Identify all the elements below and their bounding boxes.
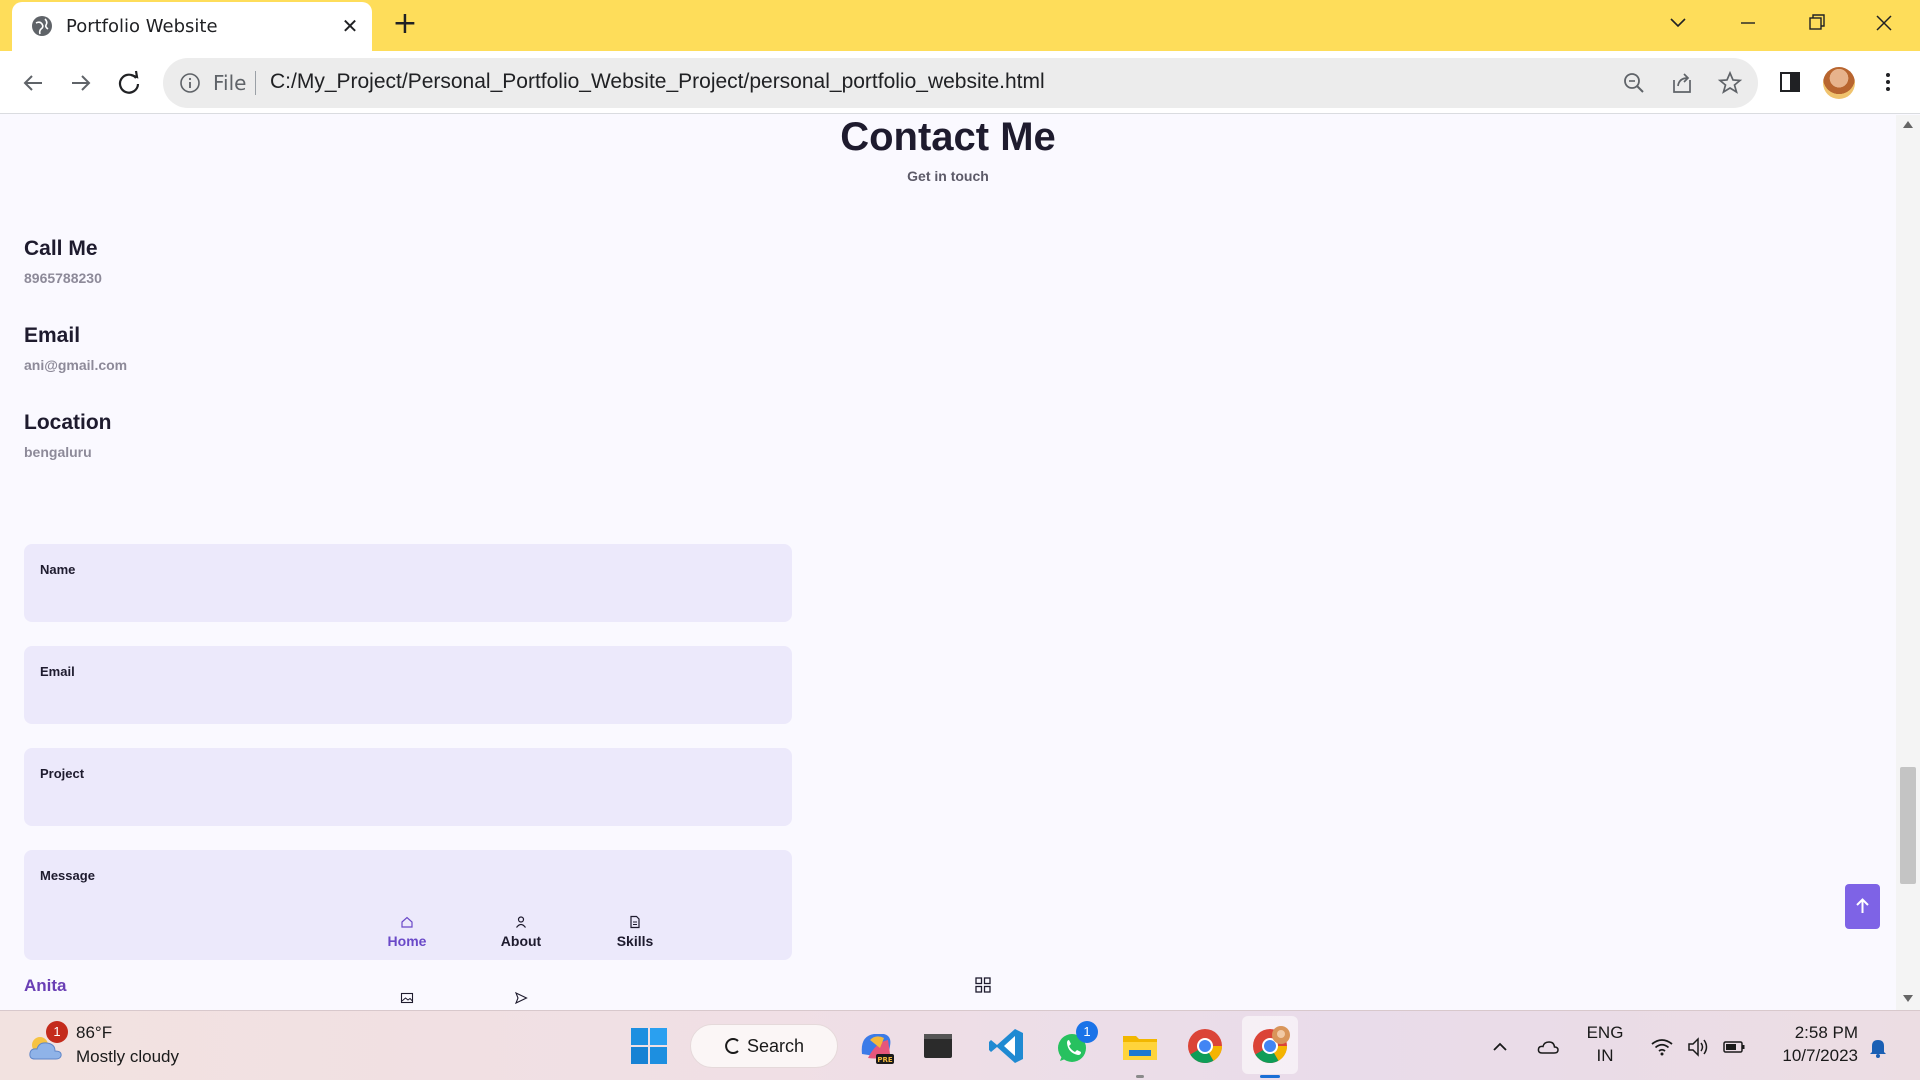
zoom-icon[interactable]: [1621, 70, 1647, 96]
contact-email-value: ani@gmail.com: [24, 357, 128, 373]
more-menu-icon[interactable]: [1874, 68, 1902, 96]
clock-time[interactable]: 2:58 PM: [1768, 1023, 1858, 1043]
windows-start-icon[interactable]: [627, 1024, 671, 1068]
name-field[interactable]: Name: [24, 544, 792, 622]
nav-item-home[interactable]: Home: [362, 915, 452, 951]
back-arrow-icon[interactable]: [16, 66, 50, 100]
file-explorer-icon[interactable]: [1118, 1024, 1162, 1068]
share-icon[interactable]: [1669, 70, 1695, 96]
close-tab-icon[interactable]: ✕: [337, 13, 363, 39]
contact-email-title: Email: [24, 324, 81, 347]
copilot-icon[interactable]: PRE: [854, 1024, 898, 1068]
new-tab-button[interactable]: +: [390, 9, 420, 40]
taskbar-search[interactable]: Search: [690, 1024, 838, 1068]
volume-icon[interactable]: [1686, 1035, 1710, 1059]
contact-call-title: Call Me: [24, 237, 98, 260]
chrome-profile-icon[interactable]: [1248, 1024, 1292, 1068]
scroll-to-top-button[interactable]: [1845, 884, 1880, 929]
search-label: Search: [747, 1036, 805, 1056]
minimize-window-icon[interactable]: [1730, 8, 1766, 38]
address-bar[interactable]: File C:/My_Project/Personal_Portfolio_We…: [163, 58, 1758, 108]
browser-toolbar: File C:/My_Project/Personal_Portfolio_We…: [0, 51, 1920, 114]
home-icon: [401, 916, 413, 928]
weather-notification-badge: 1: [46, 1021, 68, 1043]
region-indicator[interactable]: IN: [1580, 1046, 1630, 1066]
scroll-up-arrow-icon[interactable]: [1903, 121, 1913, 128]
scroll-down-arrow-icon[interactable]: [1903, 995, 1913, 1002]
project-field-label: Project: [40, 766, 85, 781]
globe-icon: [32, 16, 52, 36]
contact-phone-value: 8965788230: [24, 270, 102, 286]
nav-home-label: Home: [387, 933, 427, 949]
message-field-label: Message: [40, 868, 95, 883]
url-scheme-label: File: [213, 71, 247, 95]
page-viewport: Contact Me Get in touch Call Me 89657882…: [0, 115, 1896, 1010]
side-panel-icon[interactable]: [1776, 68, 1804, 96]
apps-grid-icon[interactable]: [974, 976, 992, 994]
reload-icon[interactable]: [112, 66, 146, 100]
notification-bell-icon[interactable]: [1866, 1035, 1890, 1059]
show-hidden-icons-chevron-icon[interactable]: [1488, 1035, 1512, 1059]
site-info-icon[interactable]: [179, 72, 201, 94]
project-field[interactable]: Project: [24, 748, 792, 826]
url-text[interactable]: C:/My_Project/Personal_Portfolio_Website…: [270, 70, 1045, 94]
scrollbar-thumb[interactable]: [1900, 767, 1916, 884]
profile-avatar[interactable]: [1823, 67, 1855, 99]
user-icon: [516, 916, 526, 928]
section-subtitle: Get in touch: [907, 168, 989, 184]
arrow-up-icon: [1856, 898, 1869, 913]
nav-item-about[interactable]: About: [476, 915, 566, 951]
weather-temperature[interactable]: 86°F: [76, 1023, 112, 1043]
tab-title: Portfolio Website: [66, 16, 218, 37]
search-icon: [725, 1038, 739, 1054]
bookmark-star-icon[interactable]: [1717, 70, 1743, 96]
weather-description[interactable]: Mostly cloudy: [76, 1047, 179, 1067]
browser-tab-active[interactable]: Portfolio Website ✕: [12, 2, 372, 51]
email-field[interactable]: Email: [24, 646, 792, 724]
restore-window-icon[interactable]: [1798, 8, 1834, 38]
forward-arrow-icon[interactable]: [64, 66, 98, 100]
whatsapp-badge: 1: [1076, 1021, 1098, 1043]
svg-text:PRE: PRE: [877, 1056, 893, 1064]
battery-icon[interactable]: [1722, 1035, 1746, 1059]
nav-item-skills[interactable]: Skills: [590, 915, 680, 951]
nav-skills-label: Skills: [616, 933, 654, 949]
clock-date[interactable]: 10/7/2023: [1758, 1046, 1858, 1066]
omnibox-divider: [255, 71, 256, 95]
nav-about-label: About: [500, 933, 542, 949]
explorer-running-indicator: [1136, 1075, 1144, 1078]
contact-location-title: Location: [24, 411, 112, 434]
image-icon[interactable]: [400, 991, 414, 1005]
windows-taskbar: 1 86°F Mostly cloudy Search PRE 1 ENG IN…: [0, 1010, 1920, 1080]
chrome-active-indicator: [1260, 1075, 1280, 1078]
contact-location-value: bengaluru: [24, 444, 92, 460]
footer-logo[interactable]: Anita: [24, 976, 67, 996]
close-window-icon[interactable]: [1866, 8, 1902, 38]
browser-tab-strip: Portfolio Website ✕ +: [0, 0, 1920, 51]
page-scrollbar[interactable]: [1896, 115, 1920, 1010]
file-icon: [630, 915, 640, 929]
send-icon[interactable]: [514, 991, 528, 1005]
section-title: Contact Me: [840, 115, 1056, 159]
onedrive-cloud-icon[interactable]: [1536, 1035, 1560, 1059]
language-indicator[interactable]: ENG: [1580, 1023, 1630, 1043]
email-field-label: Email: [40, 664, 75, 679]
chrome-icon[interactable]: [1183, 1024, 1227, 1068]
tab-search-chevron-icon[interactable]: [1660, 8, 1696, 38]
wifi-icon[interactable]: [1650, 1035, 1674, 1059]
vscode-icon[interactable]: [985, 1024, 1029, 1068]
terminal-app-icon[interactable]: [916, 1024, 960, 1068]
name-field-label: Name: [40, 562, 76, 577]
